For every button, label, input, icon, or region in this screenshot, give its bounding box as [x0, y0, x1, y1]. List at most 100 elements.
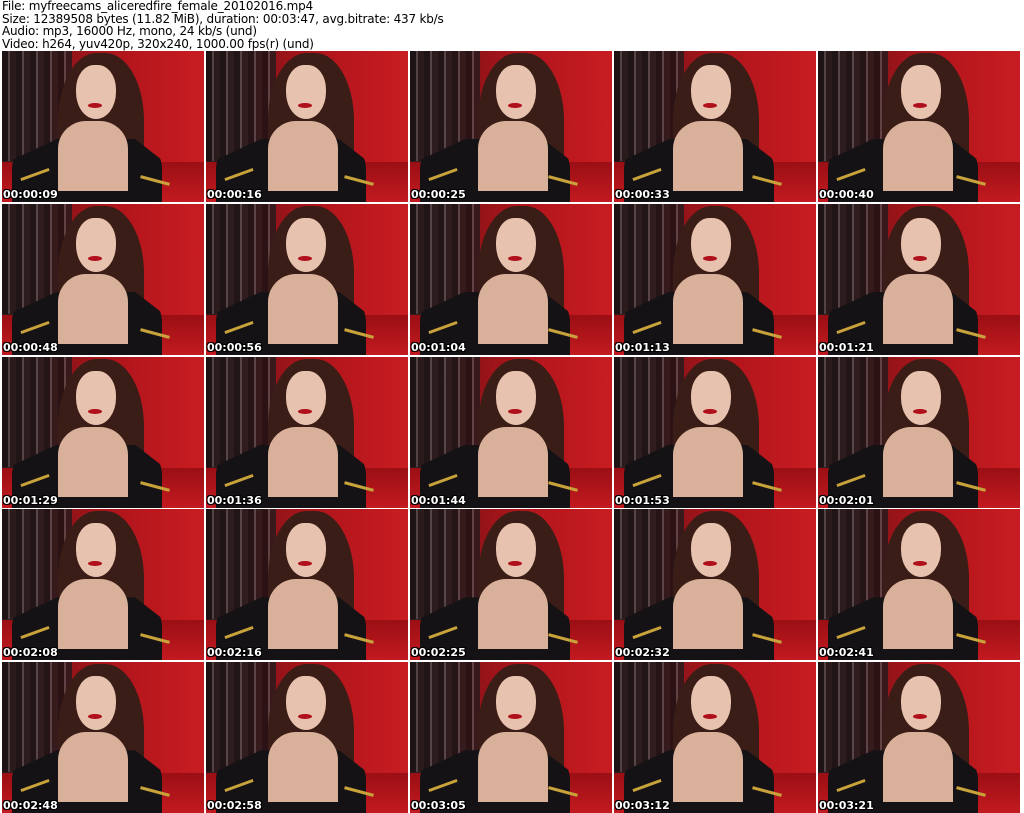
- thumbnail-chest: [883, 121, 953, 191]
- thumbnail-chest: [478, 273, 548, 344]
- thumbnail-timestamp: 00:01:29: [3, 493, 58, 507]
- thumbnail-lips: [88, 103, 102, 108]
- thumbnail-chest: [58, 121, 128, 191]
- thumbnail-timestamp: 00:00:16: [207, 188, 262, 201]
- thumbnail-face: [496, 217, 536, 272]
- video-thumbnail: 00:02:25: [410, 509, 612, 661]
- audio-info: Audio: mp3, 16000 Hz, mono, 24 kb/s (und…: [2, 24, 257, 38]
- thumbnail-lips: [508, 103, 522, 108]
- video-thumbnail: 00:00:09: [2, 51, 204, 202]
- video-info: Video: h264, yuv420p, 320x240, 1000.00 f…: [2, 36, 314, 51]
- thumbnail-face: [901, 65, 941, 119]
- thumbnail-chest: [58, 273, 128, 344]
- video-thumbnail: 00:01:04: [410, 203, 612, 355]
- thumbnail-lips: [508, 561, 522, 567]
- thumbnail-lips: [703, 408, 717, 414]
- thumbnail-timestamp: 00:02:25: [411, 646, 466, 660]
- thumbnail-chest: [478, 579, 548, 650]
- thumbnail-face: [691, 676, 731, 731]
- thumbnail-timestamp: 00:03:12: [615, 799, 670, 813]
- thumbnail-chest: [883, 273, 953, 344]
- thumbnail-face: [286, 370, 326, 425]
- thumbnail-chest: [673, 121, 743, 191]
- video-thumbnail: 00:01:53: [614, 356, 816, 508]
- thumbnail-chest: [58, 732, 128, 803]
- thumbnail-timestamp: 00:02:08: [3, 646, 58, 660]
- thumbnail-face: [691, 217, 731, 272]
- thumbnail-face: [691, 523, 731, 578]
- thumbnail-timestamp: 00:02:41: [819, 646, 874, 660]
- video-thumbnail: 00:02:58: [206, 662, 408, 813]
- video-thumbnail: 00:01:21: [818, 203, 1020, 355]
- thumbnail-chest: [673, 732, 743, 803]
- thumbnail-face: [496, 370, 536, 425]
- thumbnail-lips: [298, 561, 312, 567]
- thumbnail-chest: [268, 426, 338, 497]
- video-thumbnail: 00:00:16: [206, 51, 408, 202]
- thumbnail-lips: [298, 103, 312, 108]
- thumbnail-timestamp: 00:00:25: [411, 188, 466, 201]
- video-thumbnail: 00:02:16: [206, 509, 408, 661]
- thumbnail-face: [901, 217, 941, 272]
- thumbnail-face: [286, 217, 326, 272]
- thumbnail-timestamp: 00:02:01: [819, 493, 874, 507]
- thumbnail-timestamp: 00:01:53: [615, 493, 670, 507]
- video-thumbnail: 00:02:01: [818, 356, 1020, 508]
- thumbnail-timestamp: 00:00:48: [3, 340, 58, 354]
- video-thumbnail: 00:00:48: [2, 203, 204, 355]
- thumbnail-lips: [88, 714, 102, 720]
- thumbnail-lips: [913, 714, 927, 720]
- thumbnail-chest: [268, 121, 338, 191]
- thumbnail-lips: [703, 561, 717, 567]
- thumbnail-face: [76, 370, 116, 425]
- thumbnail-chest: [883, 426, 953, 497]
- thumbnail-lips: [703, 255, 717, 261]
- thumbnail-face: [286, 65, 326, 119]
- video-thumbnail: 00:03:05: [410, 662, 612, 813]
- thumbnail-face: [286, 676, 326, 731]
- video-thumbnail: 00:02:41: [818, 509, 1020, 661]
- thumbnail-lips: [913, 408, 927, 414]
- video-thumbnail: 00:01:36: [206, 356, 408, 508]
- thumbnail-chest: [478, 732, 548, 803]
- thumbnail-chest: [268, 732, 338, 803]
- thumbnail-face: [691, 65, 731, 119]
- thumbnail-chest: [478, 426, 548, 497]
- thumbnail-lips: [508, 714, 522, 720]
- thumbnail-face: [496, 523, 536, 578]
- thumbnail-lips: [703, 714, 717, 720]
- thumbnail-face: [496, 676, 536, 731]
- thumbnail-lips: [298, 255, 312, 261]
- thumbnail-face: [496, 65, 536, 119]
- thumbnail-lips: [913, 561, 927, 567]
- thumbnail-lips: [88, 408, 102, 414]
- video-thumbnail: 00:01:44: [410, 356, 612, 508]
- video-thumbnail: 00:02:48: [2, 662, 204, 813]
- thumbnail-chest: [883, 579, 953, 650]
- thumbnail-chest: [58, 579, 128, 650]
- video-thumbnail: 00:01:29: [2, 356, 204, 508]
- thumbnail-timestamp: 00:03:05: [411, 799, 466, 813]
- thumbnail-face: [76, 523, 116, 578]
- thumbnail-face: [901, 370, 941, 425]
- thumbnail-chest: [673, 426, 743, 497]
- thumbnail-chest: [673, 273, 743, 344]
- thumbnail-chest: [883, 732, 953, 803]
- thumbnail-grid: 00:00:09 00:00:16 00:00:25 00:00:33 00:00:40…: [2, 51, 1020, 813]
- video-thumbnail: 00:00:25: [410, 51, 612, 202]
- video-thumbnail: 00:02:32: [614, 509, 816, 661]
- thumbnail-chest: [673, 579, 743, 650]
- thumbnail-timestamp: 00:01:21: [819, 340, 874, 354]
- video-thumbnail: 00:00:56: [206, 203, 408, 355]
- thumbnail-timestamp: 00:00:40: [819, 188, 874, 201]
- thumbnail-timestamp: 00:00:33: [615, 188, 670, 201]
- thumbnail-chest: [268, 579, 338, 650]
- thumbnail-face: [901, 523, 941, 578]
- thumbnail-face: [76, 676, 116, 731]
- thumbnail-lips: [88, 561, 102, 567]
- thumbnail-timestamp: 00:01:44: [411, 493, 466, 507]
- file-name: File: myfreecams_aliceredfire_female_201…: [2, 0, 313, 13]
- thumbnail-lips: [88, 255, 102, 261]
- thumbnail-lips: [913, 103, 927, 108]
- thumbnail-face: [76, 65, 116, 119]
